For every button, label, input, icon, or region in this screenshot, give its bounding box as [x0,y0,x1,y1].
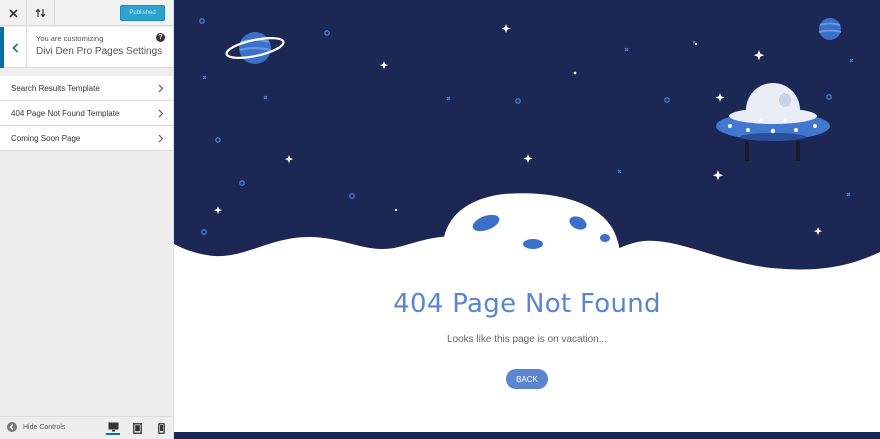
section-label: Search Results Template [11,83,100,93]
panel-title: Divi Den Pro Pages Settings [36,46,163,57]
space-illustration [174,0,880,270]
page-heading: 404 Page Not Found [393,289,661,319]
section-search-results[interactable]: Search Results Template [0,76,173,101]
chevron-right-icon [158,134,164,143]
tablet-icon [132,422,142,434]
section-coming-soon[interactable]: Coming Soon Page [0,126,173,151]
customizing-label: You are customizing [36,34,104,43]
preview-mobile-button[interactable] [154,421,168,435]
section-label: Coming Soon Page [11,133,81,143]
close-icon [8,8,18,18]
customizer-header: Published [0,0,173,26]
publish-button[interactable]: Published [120,5,165,21]
panel-info: You are customizing Divi Den Pro Pages S… [0,27,173,68]
section-404-template[interactable]: 404 Page Not Found Template [0,101,173,126]
chevron-right-icon [158,84,164,93]
back-button-page[interactable]: BACK [506,369,548,389]
page-subtext: Looks like this page is on vacation... [446,334,608,345]
preview-desktop-button[interactable] [106,421,120,435]
help-icon[interactable]: ? [156,33,165,42]
section-label: 404 Page Not Found Template [11,108,120,118]
arrow-left-circle-icon [7,422,17,432]
back-button[interactable] [0,27,27,68]
hide-controls-button[interactable]: Hide Controls [7,422,65,432]
reorder-button[interactable] [27,0,55,26]
preview-tablet-button[interactable] [130,421,144,435]
section-list: Search Results Template 404 Page Not Fou… [0,76,173,151]
hide-controls-label: Hide Controls [23,423,66,431]
footer-bar [174,432,880,439]
customizer-footer: Hide Controls [0,416,173,439]
site-preview: 404 Page Not Found Looks like this page … [174,0,880,439]
close-button[interactable] [0,0,27,26]
planet-icon [818,18,842,40]
chevron-right-icon [158,109,164,118]
desktop-icon [108,422,118,432]
customizer-sidebar: Published You are customizing Divi Den P… [0,0,174,439]
mobile-icon [157,422,165,434]
chevron-left-icon [11,42,18,53]
sort-arrows-icon [35,8,46,18]
